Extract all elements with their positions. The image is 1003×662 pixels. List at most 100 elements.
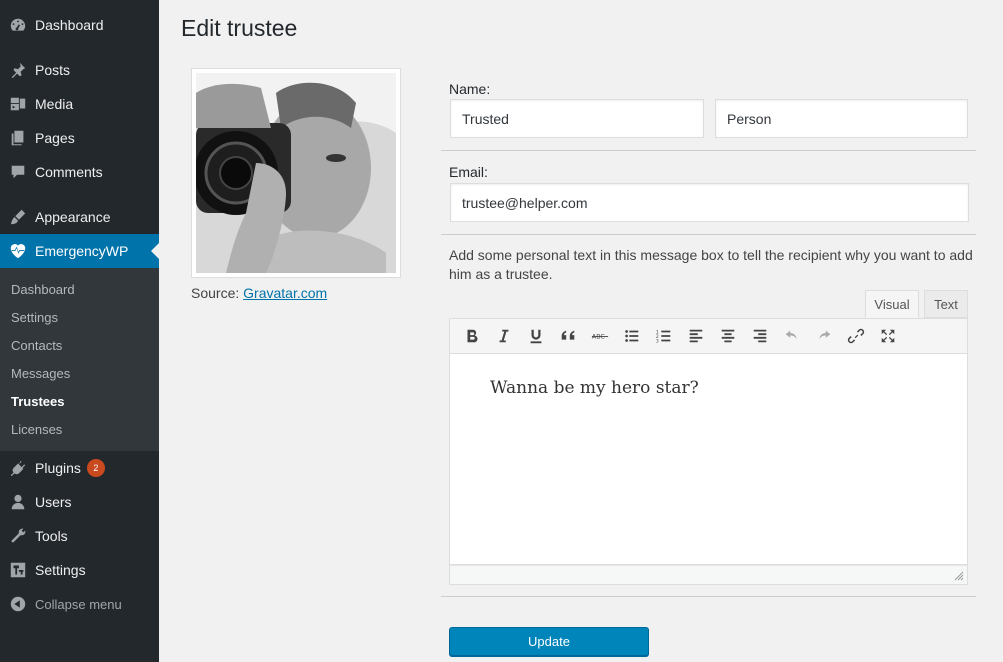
numbered-list-button[interactable]: 123 [648,321,680,351]
sidebar-item-comments[interactable]: Comments [0,155,159,189]
dashboard-icon [8,15,28,35]
divider [441,234,976,235]
fullscreen-button[interactable] [872,321,904,351]
redo-icon [819,330,831,340]
divider [441,596,976,597]
undo-button[interactable] [776,321,808,351]
redo-button[interactable] [808,321,840,351]
collapse-icon [8,594,28,614]
align-left-button[interactable] [680,321,712,351]
sidebar-item-tools[interactable]: Tools [0,519,159,553]
tab-text[interactable]: Text [924,290,968,318]
email-input[interactable] [450,183,969,222]
sidebar-item-label: Comments [35,164,103,180]
submenu-item-licenses[interactable]: Licenses [11,422,62,437]
page-title: Edit trustee [181,15,298,41]
message-help-text: Add some personal text in this message b… [449,247,973,282]
source-prefix: Source: [191,285,240,301]
sidebar-item-label: EmergencyWP [35,243,129,259]
svg-text:ABC: ABC [592,334,606,341]
sidebar-item-label: Media [35,96,74,112]
plugin-icon [8,458,28,478]
sidebar-item-label: Dashboard [35,17,104,33]
bullet-list-icon [625,330,639,342]
sidebar-item-label: Pages [35,130,75,146]
settings-icon [8,560,28,580]
link-icon [847,328,865,344]
editor-statusbar [449,565,968,585]
media-icon [8,94,28,114]
sidebar-item-label: Tools [35,528,68,544]
sidebar-item-label: Plugins [35,460,81,476]
message-content: Wanna be my hero star? [490,378,699,398]
submenu-item-contacts[interactable]: Contacts [11,338,62,353]
admin-sidebar: Dashboard Posts Media Pages Comments App… [0,0,159,662]
sidebar-item-label: Posts [35,62,71,78]
align-left-icon [689,329,703,343]
strikethrough-icon: ABC [591,334,609,341]
sidebar-item-users[interactable]: Users [0,485,159,519]
emergencywp-submenu: Dashboard Settings Contacts Messages Tru… [0,268,159,451]
align-right-icon [753,329,767,343]
user-icon [8,492,28,512]
sidebar-item-label: Appearance [35,209,111,225]
divider [441,150,976,151]
sidebar-item-settings[interactable]: Settings [0,553,159,587]
resize-handle-icon[interactable] [954,571,964,581]
fullscreen-icon [881,329,895,343]
pin-icon [8,60,28,80]
email-label: Email: [449,164,488,180]
italic-icon [499,329,509,343]
sidebar-item-label: Settings [35,562,86,578]
align-center-button[interactable] [712,321,744,351]
quote-icon [561,330,575,340]
align-center-icon [721,329,735,343]
sidebar-item-posts[interactable]: Posts [0,53,159,87]
wrench-icon [8,526,28,546]
gravatar-link[interactable]: Gravatar.com [243,285,327,301]
svg-text:3: 3 [656,338,659,344]
collapse-menu-button[interactable]: Collapse menu [0,587,159,621]
brush-icon [8,207,28,227]
name-label: Name: [449,81,491,97]
sidebar-item-pages[interactable]: Pages [0,121,159,155]
undo-icon [785,330,797,340]
comment-icon [8,162,28,182]
submenu-item-dashboard[interactable]: Dashboard [11,282,75,297]
heartbeat-icon [8,241,28,261]
italic-button[interactable] [488,321,520,351]
sidebar-item-media[interactable]: Media [0,87,159,121]
message-editor[interactable]: Wanna be my hero star? [449,354,968,565]
insert-link-button[interactable] [840,321,872,351]
avatar [196,73,396,273]
sidebar-item-appearance[interactable]: Appearance [0,200,159,234]
align-right-button[interactable] [744,321,776,351]
pages-icon [8,128,28,148]
avatar-source: Source: Gravatar.com [191,285,327,301]
last-name-input[interactable] [715,99,968,138]
submenu-item-messages[interactable]: Messages [11,366,70,381]
active-menu-arrow [151,243,159,259]
sidebar-item-plugins[interactable]: Plugins 2 [0,451,159,485]
editor-toolbar: ABC 123 [449,318,968,354]
update-count-badge: 2 [86,459,105,477]
numbered-list-icon: 123 [656,329,671,344]
underline-button[interactable] [520,321,552,351]
tab-visual[interactable]: Visual [865,290,919,318]
update-button[interactable]: Update [449,627,649,656]
sidebar-item-emergencywp[interactable]: EmergencyWP [0,234,159,268]
first-name-input[interactable] [450,99,704,138]
trustee-photo [196,73,396,273]
bold-icon [467,329,478,343]
sidebar-item-label: Collapse menu [35,596,122,612]
strikethrough-button[interactable]: ABC [584,321,616,351]
sidebar-item-dashboard[interactable]: Dashboard [0,8,159,42]
underline-icon [530,329,542,344]
submenu-item-settings[interactable]: Settings [11,310,58,325]
bold-button[interactable] [456,321,488,351]
avatar-frame [191,68,401,278]
blockquote-button[interactable] [552,321,584,351]
bullet-list-button[interactable] [616,321,648,351]
submenu-item-trustees[interactable]: Trustees [11,394,64,409]
sidebar-item-label: Users [35,494,72,510]
